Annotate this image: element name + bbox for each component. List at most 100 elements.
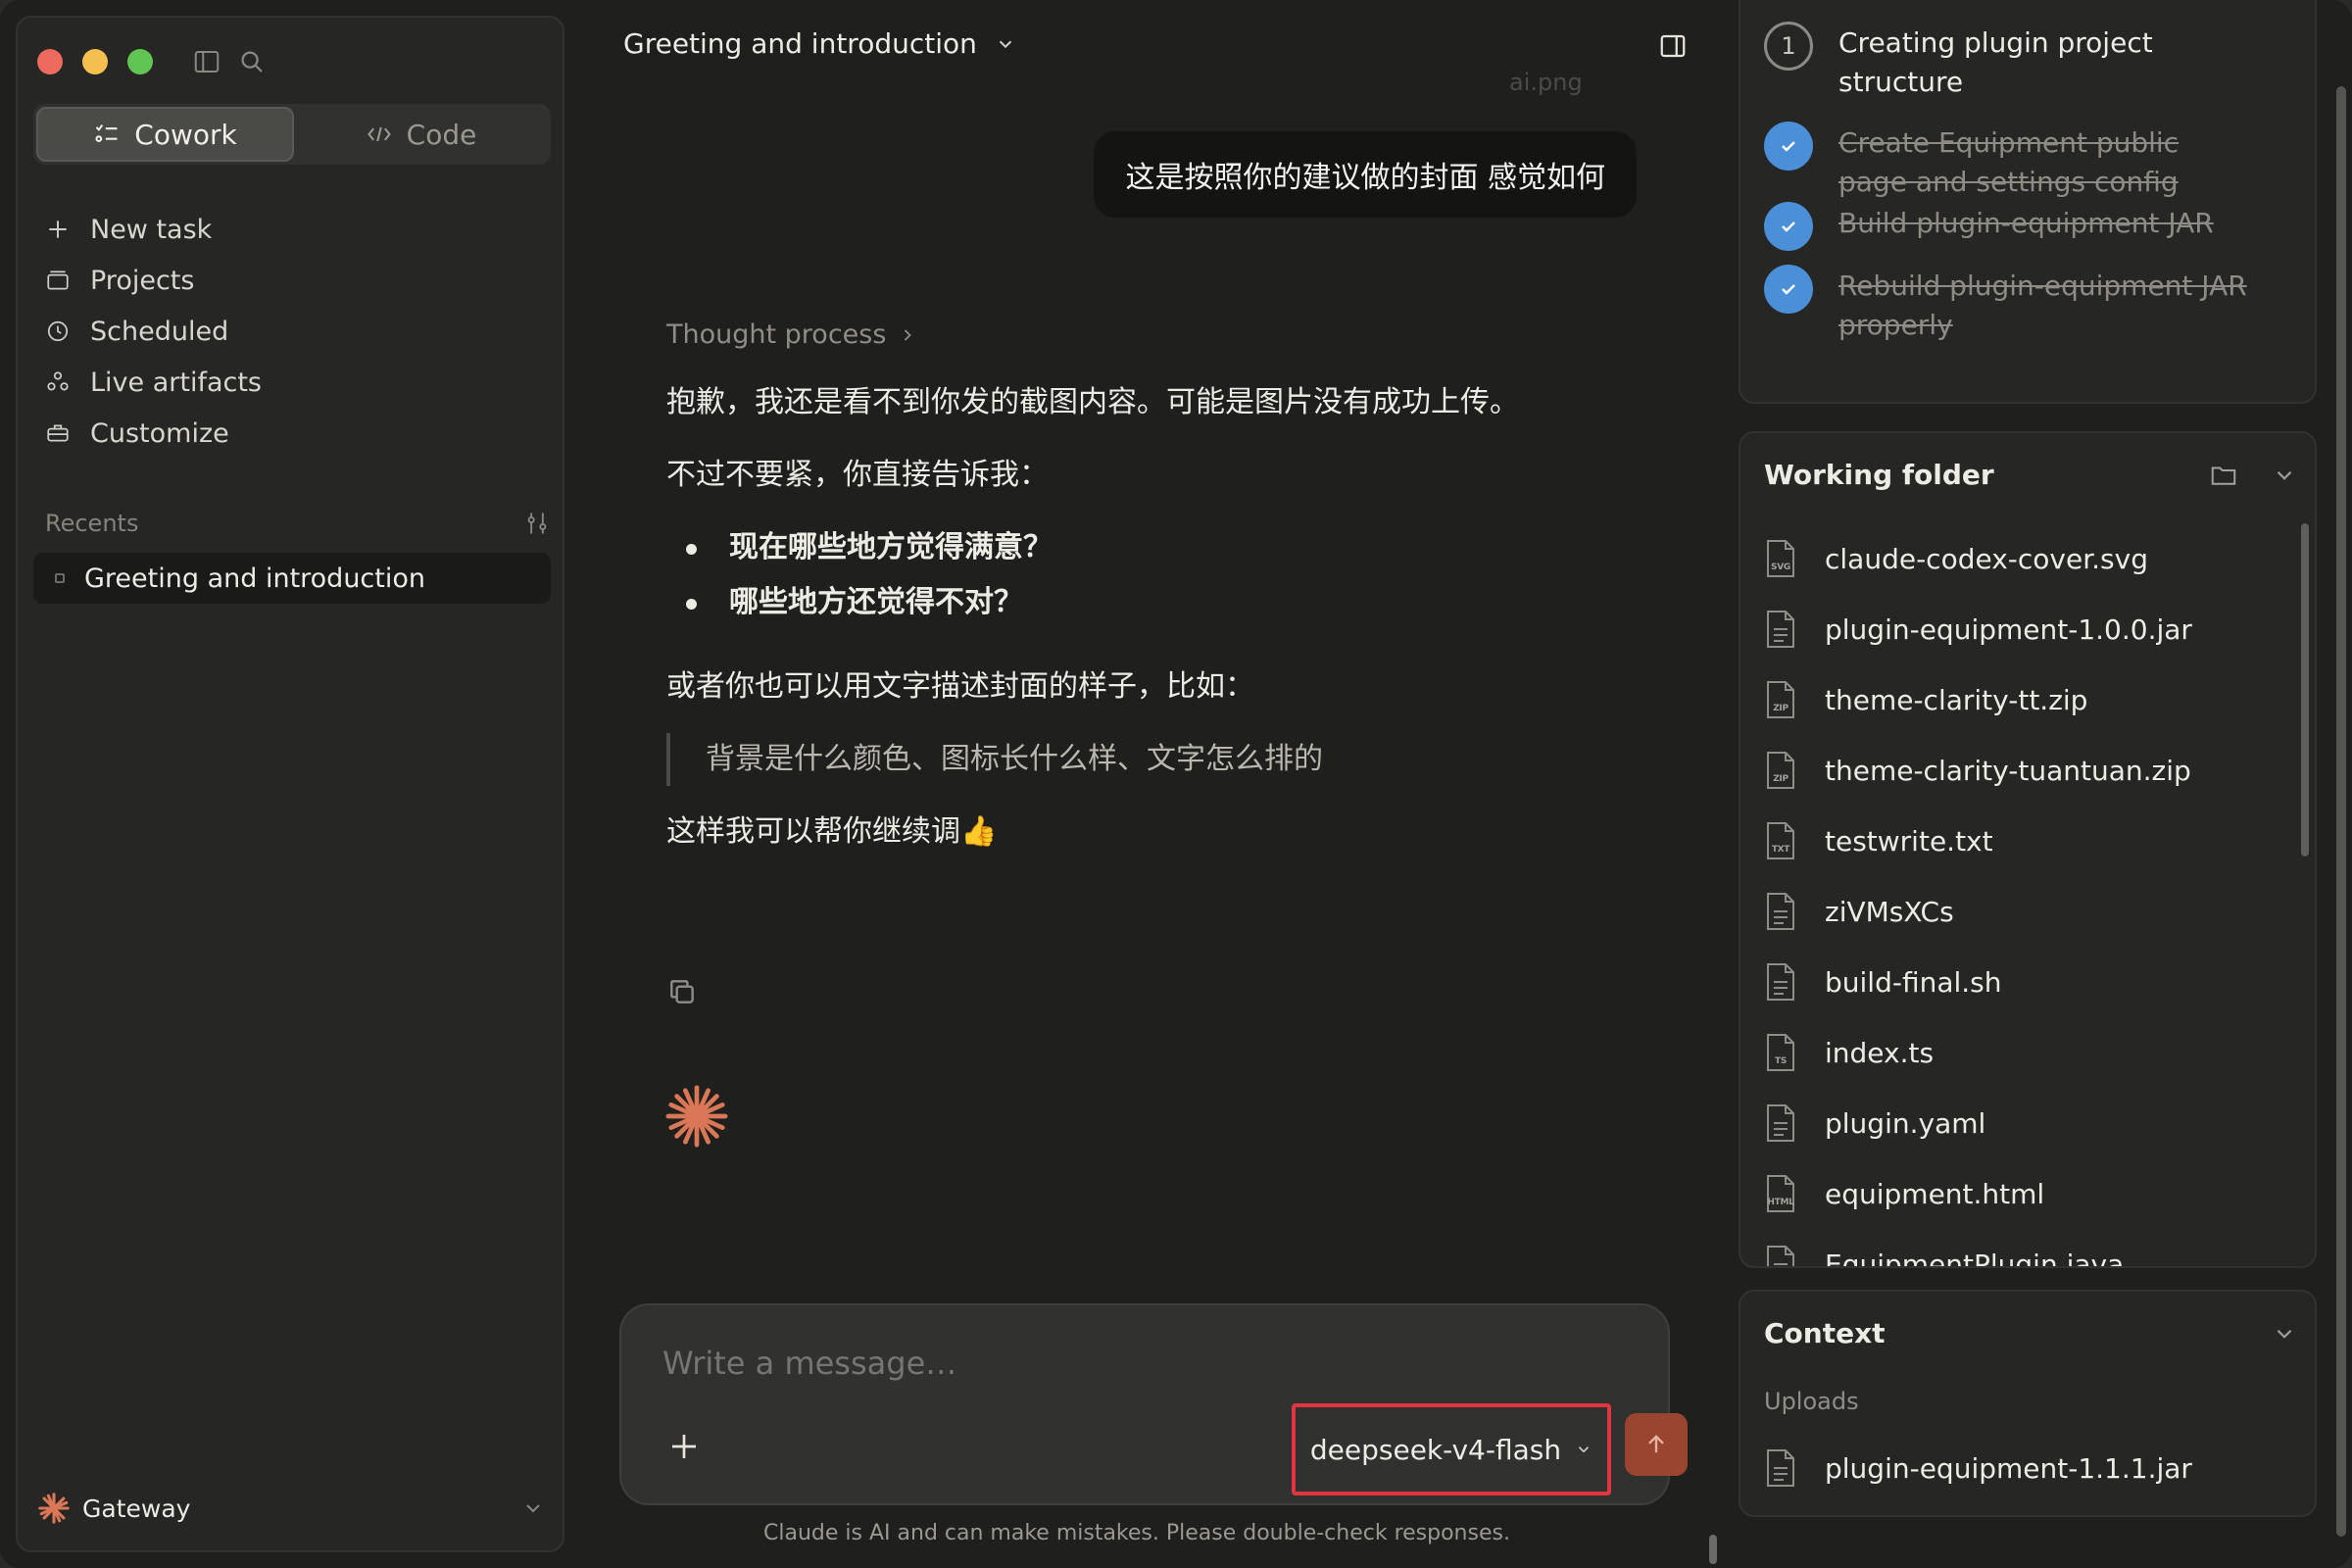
file-icon	[1764, 1448, 1797, 1488]
zoom-window-button[interactable]	[127, 49, 153, 74]
claude-spark-icon	[665, 1085, 728, 1148]
window-scrollbar[interactable]	[2336, 86, 2346, 1537]
file-item[interactable]: SVG claude-codex-cover.svg	[1764, 523, 2274, 594]
right-panel-toggle-icon[interactable]	[1658, 31, 1688, 61]
file-item[interactable]: plugin.yaml	[1764, 1088, 2274, 1158]
user-message: 这是按照你的建议做的封面 感觉如何	[1094, 131, 1637, 218]
sidebar-item-scheduled[interactable]: Scheduled	[33, 306, 551, 357]
file-item[interactable]: build-final.sh	[1764, 947, 2274, 1017]
open-folder-icon[interactable]	[2209, 461, 2238, 490]
step-label: Rebuild plugin-equipment JAR properly	[1838, 270, 2247, 341]
sidebar-item-live-artifacts[interactable]: Live artifacts	[33, 357, 551, 408]
file-name: equipment.html	[1825, 1177, 2045, 1210]
chevron-down-icon	[526, 1504, 540, 1513]
file-name: EquipmentPlugin.java	[1825, 1248, 2125, 1268]
reply-paragraph: 抱歉，我还是看不到你发的截图内容。可能是图片没有成功上传。	[666, 385, 1519, 419]
working-folder-header[interactable]: Working folder	[1764, 459, 2297, 491]
chevron-down-icon[interactable]	[2272, 463, 2297, 488]
filter-sliders-icon[interactable]	[523, 510, 551, 537]
sidebar: Cowork Code New task Projects Scheduled	[16, 16, 564, 1552]
file-item[interactable]: ziVMsXCs	[1764, 876, 2274, 947]
progress-step: Rebuild plugin-equipment JAR properly	[1764, 265, 2254, 345]
context-header[interactable]: Context	[1764, 1317, 2297, 1349]
model-selector[interactable]: deepseek-v4-flash	[1292, 1403, 1611, 1495]
file-name: index.ts	[1825, 1036, 1935, 1069]
reply-bullet-list: 现在哪些地方觉得满意？ 哪些地方还觉得不对？	[666, 521, 1529, 631]
message-composer: deepseek-v4-flash	[619, 1303, 1688, 1505]
file-item[interactable]: TS index.ts	[1764, 1017, 2274, 1088]
check-icon	[1764, 265, 1813, 314]
code-icon	[367, 126, 391, 142]
mode-cowork-button[interactable]: Cowork	[36, 107, 294, 162]
chat-area: Greeting and introduction ai.png 这是按照你的建…	[568, 0, 1735, 1568]
add-attachment-icon[interactable]	[666, 1429, 702, 1464]
file-name: claude-codex-cover.svg	[1825, 542, 2148, 575]
file-item[interactable]: ZIP theme-clarity-tuantuan.zip	[1764, 735, 2274, 806]
step-label: Build plugin-equipment JAR	[1838, 207, 2214, 239]
file-list-scrollbar[interactable]	[2301, 523, 2309, 857]
file-item[interactable]: EquipmentPlugin.java	[1764, 1229, 2274, 1268]
artifacts-icon	[47, 371, 69, 391]
upload-file-item[interactable]: plugin-equipment-1.1.1.jar	[1764, 1433, 2192, 1503]
recent-chat-item[interactable]: Greeting and introduction	[33, 553, 551, 604]
working-folder-title: Working folder	[1764, 459, 1994, 491]
attachment-thumbnail[interactable]: ai.png	[1509, 69, 1583, 96]
chat-scrollbar[interactable]	[1709, 1535, 1717, 1564]
chat-title: Greeting and introduction	[623, 27, 977, 60]
mode-cowork-label: Cowork	[134, 118, 237, 151]
file-name: ziVMsXCs	[1825, 895, 1954, 928]
context-card: Context Uploads plugin-equipment-1.1.1.j…	[1739, 1290, 2317, 1517]
thought-process-toggle[interactable]: Thought process	[666, 319, 917, 350]
file-name: plugin-equipment-1.1.1.jar	[1825, 1451, 2192, 1485]
minimize-window-button[interactable]	[82, 49, 108, 74]
gateway-selector[interactable]: Gateway	[33, 1484, 551, 1533]
file-item[interactable]: TXT testwrite.txt	[1764, 806, 2274, 876]
reply-blockquote: 背景是什么颜色、图标长什么样、文字怎么排的	[666, 733, 1529, 786]
send-button[interactable]	[1625, 1413, 1688, 1476]
recents-label: Recents	[45, 510, 139, 537]
message-input[interactable]	[662, 1345, 1446, 1382]
recents-header: Recents	[45, 510, 551, 537]
step-label: Creating plugin project structure	[1838, 26, 2153, 98]
chat-title-dropdown[interactable]: Greeting and introduction	[623, 27, 1016, 60]
progress-card: 1 Creating plugin project structure Crea…	[1739, 0, 2317, 404]
chat-bullet-icon	[55, 573, 65, 583]
sidebar-nav: New task Projects Scheduled Live artifac…	[33, 204, 551, 459]
uploads-label: Uploads	[1764, 1388, 1859, 1415]
recent-chat-label: Greeting and introduction	[84, 563, 425, 594]
file-icon: ZIP	[1764, 680, 1797, 719]
file-item[interactable]: plugin-equipment-1.0.0.jar	[1764, 594, 2274, 664]
chevron-right-icon	[905, 328, 912, 341]
file-item[interactable]: ZIP theme-clarity-tt.zip	[1764, 664, 2274, 735]
step-number-badge: 1	[1764, 22, 1813, 71]
reply-paragraph: 或者你也可以用文字描述封面的样子，比如：	[666, 669, 1254, 704]
window-controls	[37, 49, 153, 74]
briefcase-icon	[47, 424, 69, 442]
file-icon: TS	[1764, 1033, 1797, 1072]
mode-code-button[interactable]: Code	[294, 107, 548, 162]
close-window-button[interactable]	[37, 49, 63, 74]
mode-code-label: Code	[406, 118, 477, 151]
file-item[interactable]: HTML equipment.html	[1764, 1158, 2274, 1229]
sidebar-item-customize[interactable]: Customize	[33, 408, 551, 459]
copy-icon[interactable]	[666, 976, 698, 1007]
claude-spark-icon	[38, 1493, 70, 1524]
arrow-up-icon	[1648, 1435, 1664, 1453]
check-icon	[1764, 202, 1813, 251]
sidebar-item-new-task[interactable]: New task	[33, 204, 551, 255]
sidebar-toggle-icon[interactable]	[192, 47, 221, 76]
reply-paragraph: 这样我可以帮你继续调👍	[666, 814, 998, 849]
chevron-down-icon[interactable]	[2272, 1321, 2297, 1347]
sidebar-item-projects[interactable]: Projects	[33, 255, 551, 306]
file-name: theme-clarity-tuantuan.zip	[1825, 754, 2191, 787]
chevron-down-icon	[999, 40, 1012, 48]
file-name: plugin.yaml	[1825, 1106, 1986, 1140]
search-icon[interactable]	[237, 47, 267, 76]
thought-process-label: Thought process	[666, 319, 887, 350]
file-icon: SVG	[1764, 539, 1797, 578]
file-icon	[1764, 1103, 1797, 1143]
progress-step: 1 Creating plugin project structure	[1764, 22, 2254, 102]
attachment-name: ai.png	[1509, 69, 1583, 96]
file-icon: TXT	[1764, 821, 1797, 860]
folder-icon	[47, 270, 69, 290]
